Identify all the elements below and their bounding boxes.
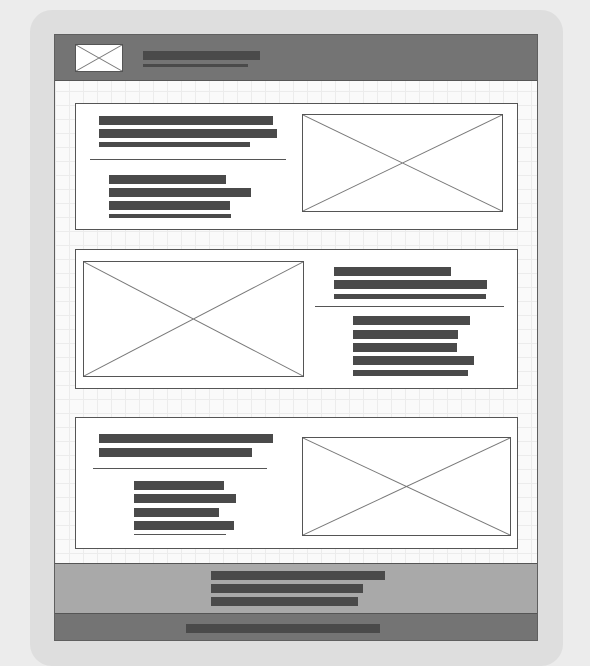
wireframe-screen bbox=[54, 34, 538, 641]
card1-body-line bbox=[109, 175, 226, 184]
footer-text-line bbox=[211, 584, 363, 593]
footer-upper bbox=[55, 563, 537, 614]
card1-body-line bbox=[109, 214, 231, 218]
footer-text-line bbox=[211, 571, 385, 580]
content-card-3 bbox=[75, 417, 518, 549]
card2-body-line bbox=[353, 356, 474, 365]
footer-text-line bbox=[211, 597, 358, 606]
card3-divider bbox=[93, 468, 267, 469]
card1-body-line bbox=[109, 201, 230, 210]
site-tagline-placeholder bbox=[143, 64, 248, 67]
card3-heading-line bbox=[99, 448, 252, 457]
card3-body-line bbox=[134, 534, 226, 535]
card3-body-line bbox=[134, 521, 234, 530]
content-card-1 bbox=[75, 103, 518, 230]
card2-image-placeholder-icon[interactable] bbox=[83, 261, 304, 377]
logo-image-placeholder-icon[interactable] bbox=[75, 44, 123, 72]
card1-image-placeholder-icon[interactable] bbox=[302, 114, 503, 212]
card2-divider bbox=[315, 306, 504, 307]
footer-lower bbox=[55, 613, 537, 640]
site-title-placeholder bbox=[143, 51, 260, 60]
card3-body-line bbox=[134, 508, 219, 517]
card1-divider bbox=[90, 159, 286, 160]
card2-heading-line bbox=[334, 294, 486, 299]
card3-body-line bbox=[134, 494, 236, 503]
footer-copyright-line bbox=[186, 624, 380, 633]
card2-body-line bbox=[353, 316, 470, 325]
content-card-2 bbox=[75, 249, 518, 389]
card2-body-line bbox=[353, 330, 458, 339]
header bbox=[55, 35, 537, 81]
card2-body-line bbox=[353, 343, 457, 352]
card2-heading-line bbox=[334, 267, 451, 276]
card2-heading-line bbox=[334, 280, 487, 289]
card3-heading-line bbox=[99, 434, 273, 443]
card1-body-line bbox=[109, 188, 251, 197]
card1-heading-line bbox=[99, 129, 277, 138]
card3-body-line bbox=[134, 481, 224, 490]
card2-body-line bbox=[353, 370, 468, 376]
card1-heading-line bbox=[99, 116, 273, 125]
card1-heading-line bbox=[99, 142, 250, 147]
card3-image-placeholder-icon[interactable] bbox=[302, 437, 511, 536]
